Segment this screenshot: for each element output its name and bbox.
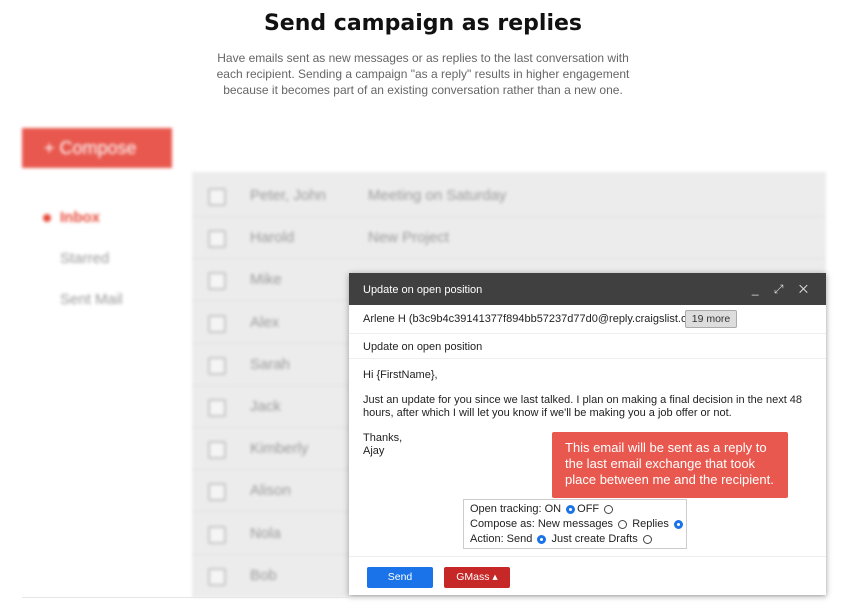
row-checkbox[interactable]: [208, 441, 226, 459]
row-checkbox[interactable]: [208, 315, 226, 333]
action-option: Action: Send Just create Drafts: [470, 533, 654, 545]
row-checkbox[interactable]: [208, 188, 226, 206]
row-checkbox[interactable]: [208, 483, 226, 501]
send-radio[interactable]: [537, 535, 547, 544]
row-checkbox[interactable]: [208, 568, 226, 586]
row-sender: Nola: [250, 525, 281, 542]
row-checkbox[interactable]: [208, 526, 226, 544]
compose-title: Update on open position: [363, 284, 483, 296]
row-sender: Sarah: [250, 356, 291, 373]
minimize-icon[interactable]: _: [752, 282, 765, 296]
drafts-radio[interactable]: [642, 535, 652, 544]
more-recipients-button[interactable]: 19 more: [685, 310, 737, 328]
reply-callout: This email will be sent as a reply to th…: [552, 432, 788, 498]
compose-header: Update on open position _ ⤢ ✕: [349, 273, 826, 305]
replies-label: Replies: [632, 518, 669, 530]
table-row[interactable]: Harold New Project: [192, 216, 826, 259]
row-sender: Harold: [250, 229, 295, 246]
row-sender: Bob: [250, 567, 277, 584]
subject-text: Update on open position: [363, 341, 483, 353]
recipients-field[interactable]: Arlene H (b3c9b4c39141377f894bb57237d77d…: [349, 305, 826, 334]
tracking-label: Open tracking: ON: [470, 503, 562, 515]
body-paragraph: Just an update for you since we last tal…: [363, 394, 803, 419]
send-button[interactable]: Send: [367, 567, 433, 588]
tracking-option: Open tracking: ON OFF: [470, 503, 615, 515]
subject-field[interactable]: Update on open position: [349, 334, 826, 359]
compose-as-option: Compose as: New messages Replies: [470, 518, 685, 530]
row-sender: Jack: [250, 398, 281, 415]
row-sender: Alex: [250, 314, 280, 331]
row-sender: Alison: [250, 482, 291, 499]
row-checkbox[interactable]: [208, 357, 226, 375]
replies-radio[interactable]: [673, 520, 683, 529]
row-sender: Peter, John: [250, 187, 326, 204]
action-label: Action: Send: [470, 533, 533, 545]
nav-inbox[interactable]: Inbox: [60, 209, 100, 226]
row-checkbox[interactable]: [208, 399, 226, 417]
row-subject: New Project: [368, 229, 449, 246]
close-icon[interactable]: ✕: [799, 282, 814, 296]
row-checkbox[interactable]: [208, 272, 226, 290]
compose-as-label: Compose as: New messages: [470, 518, 614, 530]
gmass-button[interactable]: GMass ▴: [444, 567, 510, 588]
row-sender: Mike: [250, 271, 282, 288]
divider: [22, 597, 826, 598]
gmass-options-panel: Open tracking: ON OFF Compose as: New me…: [463, 499, 687, 549]
compose-footer: Send GMass ▴: [349, 556, 826, 596]
recipient-address: Arlene H (b3c9b4c39141377f894bb57237d77d…: [363, 313, 701, 325]
tracking-off-label: OFF: [577, 503, 600, 515]
row-subject: Meeting on Saturday: [368, 187, 507, 204]
greeting-text: Hi {FirstName},: [363, 369, 438, 381]
new-messages-radio[interactable]: [618, 520, 628, 529]
inbox-dot-icon: [43, 214, 51, 222]
row-checkbox[interactable]: [208, 230, 226, 248]
expand-icon[interactable]: ⤢: [774, 282, 790, 296]
nav-starred[interactable]: Starred: [60, 250, 109, 267]
tracking-off-radio[interactable]: [604, 505, 614, 514]
window-controls: _ ⤢ ✕: [752, 282, 814, 297]
compose-button[interactable]: + Compose: [22, 128, 172, 168]
drafts-label: Just create Drafts: [551, 533, 638, 545]
row-sender: Kimberly: [250, 440, 309, 457]
compose-window: Update on open position _ ⤢ ✕ Arlene H (…: [349, 273, 826, 595]
table-row[interactable]: Peter, John Meeting on Saturday: [192, 174, 826, 217]
nav-sent-mail[interactable]: Sent Mail: [60, 291, 123, 308]
tracking-on-radio[interactable]: [566, 505, 576, 514]
